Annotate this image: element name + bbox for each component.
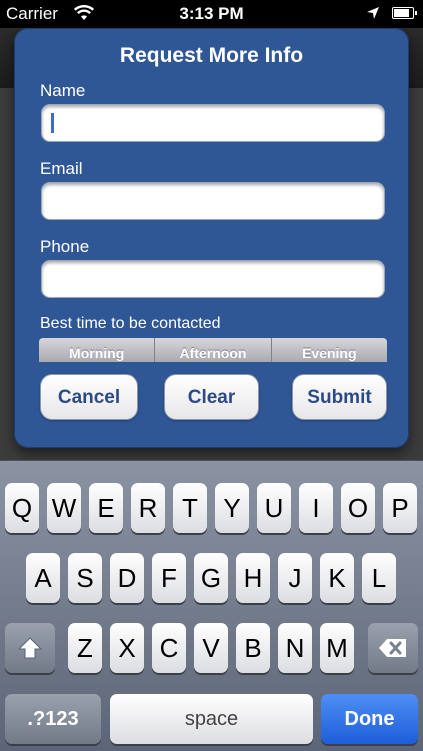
shift-key[interactable] (5, 623, 55, 673)
key-y[interactable]: Y (215, 483, 249, 533)
key-i[interactable]: I (299, 483, 333, 533)
key-v[interactable]: V (194, 623, 228, 673)
key-r[interactable]: R (131, 483, 165, 533)
segment-afternoon[interactable]: Afternoon (155, 338, 272, 362)
key-c[interactable]: C (152, 623, 186, 673)
phone-label: Phone (40, 237, 90, 256)
battery-icon (392, 7, 417, 19)
key-e[interactable]: E (89, 483, 123, 533)
key-w[interactable]: W (47, 483, 81, 533)
key-j[interactable]: J (278, 553, 312, 603)
submit-button[interactable]: Submit (292, 374, 387, 420)
segment-morning[interactable]: Morning (39, 338, 156, 362)
name-field[interactable] (41, 104, 385, 142)
segment-evening[interactable]: Evening (271, 338, 387, 362)
request-info-dialog: Request More Info Name Email Phone Best … (14, 28, 409, 448)
contact-time-label: Best time to be contacted (40, 315, 221, 332)
status-bar: Carrier 3:13 PM (0, 0, 423, 28)
location-arrow-icon (366, 5, 380, 25)
key-h[interactable]: H (236, 553, 270, 603)
done-key[interactable]: Done (321, 694, 418, 744)
name-label: Name (40, 81, 86, 100)
text-caret (51, 113, 54, 133)
key-g[interactable]: G (194, 553, 228, 603)
numbers-key[interactable]: .?123 (5, 694, 101, 744)
key-p[interactable]: P (383, 483, 417, 533)
backspace-icon (379, 639, 406, 657)
key-f[interactable]: F (152, 553, 186, 603)
key-l[interactable]: L (362, 553, 396, 603)
phone-field[interactable] (41, 260, 385, 298)
contact-time-segmented-control: Morning Afternoon Evening (39, 338, 387, 362)
shift-arrow-icon (17, 637, 43, 659)
key-o[interactable]: O (341, 483, 375, 533)
cancel-button[interactable]: Cancel (40, 374, 138, 420)
delete-key[interactable] (368, 623, 418, 673)
key-q[interactable]: Q (5, 483, 39, 533)
clock-time: 3:13 PM (179, 4, 244, 23)
key-x[interactable]: X (110, 623, 144, 673)
key-z[interactable]: Z (68, 623, 102, 673)
key-n[interactable]: N (278, 623, 312, 673)
clear-button[interactable]: Clear (164, 374, 259, 420)
key-m[interactable]: M (320, 623, 354, 673)
email-label: Email (40, 159, 83, 178)
key-s[interactable]: S (68, 553, 102, 603)
key-u[interactable]: U (257, 483, 291, 533)
keyboard: Q W E R T Y U I O P A S D F G H J K L Z … (0, 460, 423, 751)
key-d[interactable]: D (110, 553, 144, 603)
key-t[interactable]: T (173, 483, 207, 533)
key-k[interactable]: K (320, 553, 354, 603)
key-b[interactable]: B (236, 623, 270, 673)
email-field[interactable] (41, 182, 385, 220)
key-a[interactable]: A (26, 553, 60, 603)
dialog-title: Request More Info (119, 44, 304, 67)
space-key[interactable]: space (110, 694, 313, 744)
